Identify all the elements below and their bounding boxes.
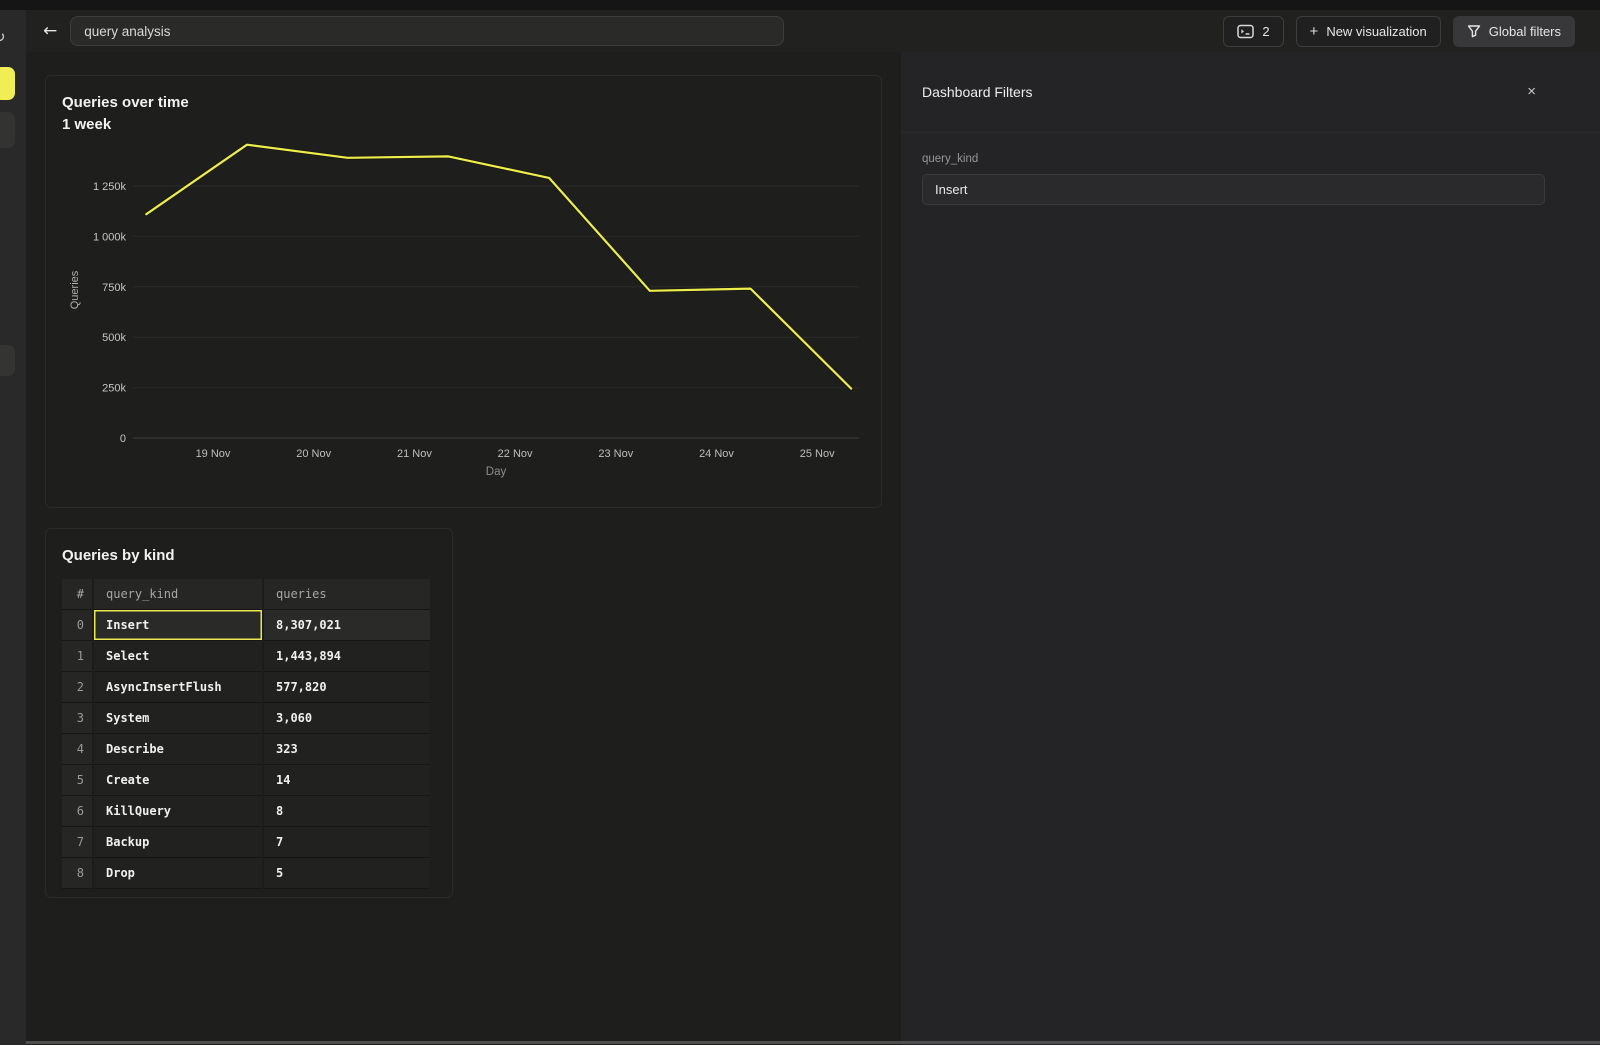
series-line-shadow <box>146 145 851 389</box>
y-axis-tick-label: 1 000k <box>93 231 127 243</box>
x-axis-tick-label: 23 Nov <box>598 448 633 460</box>
queries-count-cell[interactable]: 3,060 <box>263 703 430 734</box>
row-index: 0 <box>62 610 93 641</box>
query-kind-cell[interactable]: System <box>93 703 263 734</box>
row-index: 6 <box>62 796 93 827</box>
filter-field-label: query_kind <box>922 153 1545 165</box>
x-axis-title: Day <box>486 466 507 478</box>
table-row[interactable]: 7Backup7 <box>62 827 430 858</box>
y-axis-tick-label: 0 <box>120 433 126 445</box>
refresh-icon[interactable]: ↻ <box>0 28 6 46</box>
global-filters-label: Global filters <box>1489 24 1561 39</box>
column-header: query_kind <box>93 579 263 610</box>
plus-icon: + <box>1310 24 1319 39</box>
filters-panel-header: Dashboard Filters × <box>901 52 1600 133</box>
table-row[interactable]: 0Insert8,307,021 <box>62 610 430 641</box>
new-visualization-label: New visualization <box>1326 24 1426 39</box>
sidebar-item[interactable] <box>0 345 15 376</box>
y-axis-tick-label: 1 250k <box>93 181 127 193</box>
table-row[interactable]: 3System3,060 <box>62 703 430 734</box>
table-row[interactable]: 5Create14 <box>62 765 430 796</box>
table-row[interactable]: 6KillQuery8 <box>62 796 430 827</box>
filters-panel-title: Dashboard Filters <box>922 84 1033 100</box>
queries-count-cell[interactable]: 8,307,021 <box>263 610 430 641</box>
chart-subtitle: 1 week <box>62 116 111 133</box>
queries-count-cell[interactable]: 7 <box>263 827 430 858</box>
window-top-edge <box>0 0 1600 10</box>
row-index: 1 <box>62 641 93 672</box>
queries-line-chart: 0 250k 500k 750k 1 000k 1 250k 19 Nov 20 Nov 21 … <box>46 76 883 509</box>
table-title: Queries by kind <box>62 547 175 564</box>
query-kind-cell[interactable]: AsyncInsertFlush <box>93 672 263 703</box>
filter-field-input[interactable] <box>922 174 1545 205</box>
chart-title: Queries over time <box>62 94 189 111</box>
table-row[interactable]: 1Select1,443,894 <box>62 641 430 672</box>
row-index: 3 <box>62 703 93 734</box>
topbar: ← 2 + New visualization Global filters <box>26 10 1600 53</box>
x-axis-tick-label: 21 Nov <box>397 448 432 460</box>
table-card[interactable]: Queries by kind #query_kindqueries0Inser… <box>45 528 453 898</box>
close-icon[interactable]: × <box>1525 82 1538 101</box>
x-axis-tick-label: 20 Nov <box>296 448 331 460</box>
new-visualization-button[interactable]: + New visualization <box>1296 16 1441 47</box>
row-index: 4 <box>62 734 93 765</box>
sql-console-tabs-button[interactable]: 2 <box>1223 16 1283 47</box>
sidebar-item-active[interactable] <box>0 67 15 100</box>
queries-count-cell[interactable]: 1,443,894 <box>263 641 430 672</box>
x-axis-tick-label: 25 Nov <box>800 448 835 460</box>
funnel-icon <box>1467 24 1481 38</box>
table-row[interactable]: 4Describe323 <box>62 734 430 765</box>
x-axis-tick-label: 22 Nov <box>498 448 533 460</box>
queries-table: #query_kindqueries0Insert8,307,0211Selec… <box>62 579 430 889</box>
row-index: 7 <box>62 827 93 858</box>
bottom-scrollbar[interactable] <box>26 1041 1600 1044</box>
row-index: 5 <box>62 765 93 796</box>
table-header-row: #query_kindqueries <box>62 579 430 610</box>
y-axis-tick-label: 750k <box>102 282 126 294</box>
sidebar-item[interactable] <box>0 112 15 148</box>
table-row[interactable]: 2AsyncInsertFlush577,820 <box>62 672 430 703</box>
row-index: 8 <box>62 858 93 889</box>
query-kind-cell[interactable]: Drop <box>93 858 263 889</box>
y-axis-tick-label: 500k <box>102 332 126 344</box>
queries-count-cell[interactable]: 577,820 <box>263 672 430 703</box>
left-sidebar: ↻ <box>0 10 26 1045</box>
row-index: 2 <box>62 672 93 703</box>
y-axis-title: Queries <box>69 270 81 309</box>
column-header: # <box>62 579 93 610</box>
column-header: queries <box>263 579 430 610</box>
query-kind-cell[interactable]: Select <box>93 641 263 672</box>
back-button[interactable]: ← <box>39 21 61 42</box>
table-row[interactable]: 8Drop5 <box>62 858 430 889</box>
query-kind-cell[interactable]: Backup <box>93 827 263 858</box>
console-icon <box>1237 24 1254 39</box>
query-kind-cell[interactable]: Create <box>93 765 263 796</box>
x-axis-tick-label: 24 Nov <box>699 448 734 460</box>
filters-panel-body: query_kind <box>901 132 1600 205</box>
global-filters-button[interactable]: Global filters <box>1453 16 1575 47</box>
dashboard-filters-panel: Dashboard Filters × query_kind <box>901 52 1600 1045</box>
x-axis-tick-label: 19 Nov <box>196 448 231 460</box>
dashboard-canvas: 0250k500k750k1 000k1 250k19 Nov20 Nov21 … <box>26 52 901 1045</box>
queries-count-cell[interactable]: 323 <box>263 734 430 765</box>
chart-card[interactable]: 0 250k 500k 750k 1 000k 1 250k 19 Nov 20 Nov 21 … <box>45 75 882 508</box>
topbar-actions: 2 + New visualization Global filters <box>1223 16 1600 47</box>
queries-series-line <box>146 145 851 389</box>
console-tab-count: 2 <box>1262 24 1269 39</box>
query-kind-cell[interactable]: Describe <box>93 734 263 765</box>
queries-count-cell[interactable]: 8 <box>263 796 430 827</box>
queries-count-cell[interactable]: 14 <box>263 765 430 796</box>
queries-count-cell[interactable]: 5 <box>263 858 430 889</box>
query-kind-cell[interactable]: KillQuery <box>93 796 263 827</box>
dashboard-title-input[interactable] <box>70 16 784 46</box>
query-kind-cell[interactable]: Insert <box>93 610 263 641</box>
y-axis-tick-label: 250k <box>102 383 126 395</box>
